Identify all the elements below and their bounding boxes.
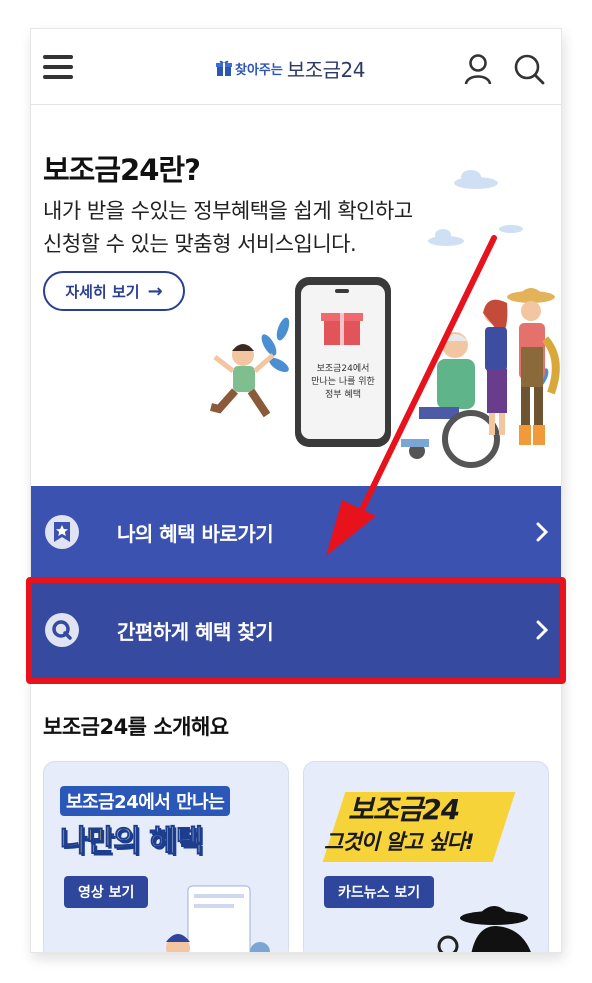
phone-text-2: 만나는 나를 위한 — [311, 376, 375, 387]
phone-text-1: 보조금24에서 — [317, 363, 370, 374]
chevron-right-icon — [536, 522, 549, 542]
card-news-button[interactable]: 카드뉴스 보기 — [324, 876, 435, 908]
video-card-banner-main-1: 나만의 — [60, 824, 142, 860]
star-badge-icon — [45, 515, 79, 549]
elderly-man-illustration — [401, 332, 500, 468]
card-news-card[interactable]: 보조금24 그것이 알고 싶다! 카드뉴스 보기 — [303, 761, 549, 952]
video-card[interactable]: 보조금24에서 만나는 나만의 혜택 영상 보기 — [43, 761, 289, 952]
farmer-illustration — [507, 288, 560, 445]
child-illustration — [210, 344, 275, 418]
header: 찾아주는 보조금24 — [31, 29, 561, 105]
phone-text-3: 정부 혜택 — [325, 388, 361, 400]
phone-illustration — [295, 277, 391, 447]
my-benefits-button[interactable]: 나의 혜택 바로가기 — [31, 486, 561, 578]
user-icon[interactable] — [463, 53, 493, 85]
chevron-right-icon — [536, 620, 549, 640]
video-card-illustration — [166, 885, 270, 952]
intro-illustration: 보조금24에서 만나는 나를 위한 정부 혜택 — [210, 170, 560, 468]
card-news-banner-sub: 그것이 알고 싶다! — [324, 830, 474, 854]
video-card-banner-main: 나만의 혜택 — [60, 816, 204, 860]
detail-button[interactable]: 자세히 보기 → — [43, 271, 185, 311]
video-card-banner-main-2: 혜택 — [149, 824, 204, 860]
watch-video-button[interactable]: 영상 보기 — [64, 876, 149, 908]
search-circle-icon — [45, 613, 79, 647]
easy-benefit-search-label: 간편하게 혜택 찾기 — [117, 619, 274, 644]
search-icon[interactable] — [513, 53, 545, 85]
hamburger-menu-icon[interactable] — [43, 55, 73, 79]
arrow-right-icon: → — [147, 280, 163, 302]
my-benefits-label: 나의 혜택 바로가기 — [117, 521, 274, 546]
easy-benefit-search-button[interactable]: 간편하게 혜택 찾기 — [31, 578, 561, 682]
gift-icon — [216, 60, 232, 76]
section-title: 보조금24를 소개해요 — [43, 715, 229, 739]
video-card-banner-top: 보조금24에서 만나는 — [60, 786, 231, 816]
detail-button-label: 자세히 보기 — [65, 282, 140, 301]
cloud-icon — [428, 170, 523, 246]
mobile-frame: 찾아주는 보조금24 보조금24란? 내가 받을 수있는 정부혜택을 쉽게 확인… — [30, 28, 562, 953]
card-news-banner-top: 보조금24 — [348, 793, 460, 826]
logo-small-text: 찾아주는 — [235, 62, 283, 78]
logo-main-text: 보조금24 — [286, 57, 366, 82]
detective-silhouette-illustration — [437, 906, 531, 952]
logo[interactable]: 찾아주는 보조금24 — [216, 55, 366, 82]
